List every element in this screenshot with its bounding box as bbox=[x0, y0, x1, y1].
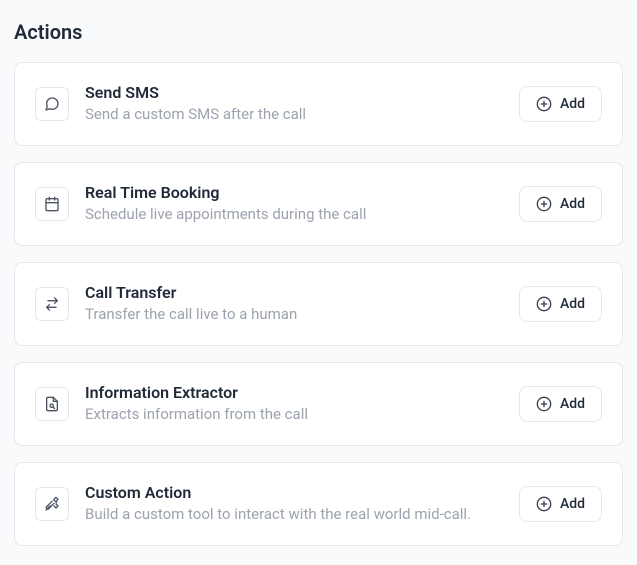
add-button-label: Add bbox=[560, 396, 585, 412]
actions-list: Send SMS Send a custom SMS after the cal… bbox=[14, 62, 623, 546]
action-card-extractor: Information Extractor Extracts informati… bbox=[14, 362, 623, 446]
action-card-send-sms: Send SMS Send a custom SMS after the cal… bbox=[14, 62, 623, 146]
plus-circle-icon bbox=[536, 296, 552, 312]
add-button[interactable]: Add bbox=[519, 186, 602, 222]
add-button[interactable]: Add bbox=[519, 486, 602, 522]
section-title: Actions bbox=[14, 20, 623, 44]
action-card-custom: Custom Action Build a custom tool to int… bbox=[14, 462, 623, 546]
action-title: Custom Action bbox=[85, 483, 503, 502]
action-description: Transfer the call live to a human bbox=[85, 304, 503, 325]
action-text: Custom Action Build a custom tool to int… bbox=[85, 483, 503, 525]
swap-icon bbox=[35, 287, 69, 321]
action-description: Extracts information from the call bbox=[85, 404, 503, 425]
plus-circle-icon bbox=[536, 196, 552, 212]
add-button-label: Add bbox=[560, 96, 585, 112]
add-button[interactable]: Add bbox=[519, 386, 602, 422]
plus-circle-icon bbox=[536, 96, 552, 112]
file-search-icon bbox=[35, 387, 69, 421]
plus-circle-icon bbox=[536, 496, 552, 512]
add-button-label: Add bbox=[560, 496, 585, 512]
action-text: Real Time Booking Schedule live appointm… bbox=[85, 183, 503, 225]
add-button-label: Add bbox=[560, 296, 585, 312]
action-description: Send a custom SMS after the call bbox=[85, 104, 503, 125]
action-card-booking: Real Time Booking Schedule live appointm… bbox=[14, 162, 623, 246]
action-title: Send SMS bbox=[85, 83, 503, 102]
add-button-label: Add bbox=[560, 196, 585, 212]
action-description: Build a custom tool to interact with the… bbox=[85, 504, 503, 525]
action-card-transfer: Call Transfer Transfer the call live to … bbox=[14, 262, 623, 346]
action-description: Schedule live appointments during the ca… bbox=[85, 204, 503, 225]
tools-icon bbox=[35, 487, 69, 521]
action-title: Call Transfer bbox=[85, 283, 503, 302]
message-icon bbox=[35, 87, 69, 121]
action-title: Information Extractor bbox=[85, 383, 503, 402]
action-text: Send SMS Send a custom SMS after the cal… bbox=[85, 83, 503, 125]
action-text: Call Transfer Transfer the call live to … bbox=[85, 283, 503, 325]
add-button[interactable]: Add bbox=[519, 86, 602, 122]
action-text: Information Extractor Extracts informati… bbox=[85, 383, 503, 425]
plus-circle-icon bbox=[536, 396, 552, 412]
add-button[interactable]: Add bbox=[519, 286, 602, 322]
action-title: Real Time Booking bbox=[85, 183, 503, 202]
calendar-icon bbox=[35, 187, 69, 221]
